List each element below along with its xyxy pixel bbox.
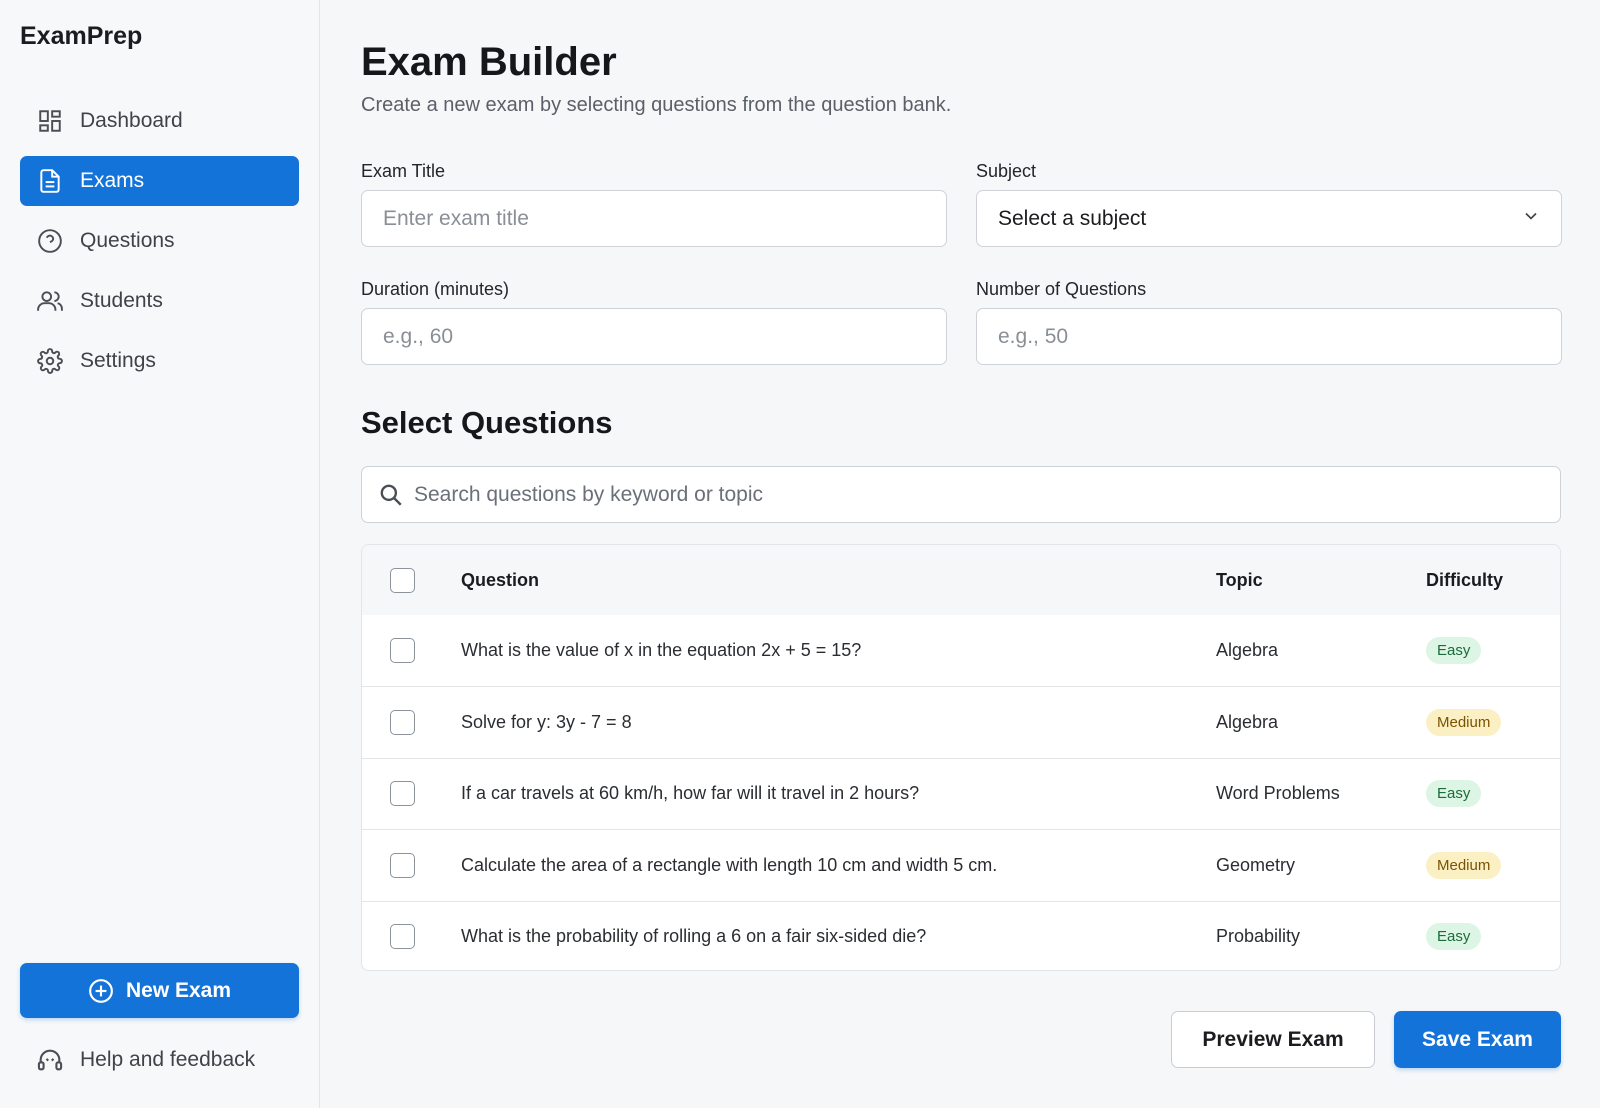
duration-input[interactable]: e.g., 60 bbox=[361, 308, 947, 365]
search-placeholder: Search questions by keyword or topic bbox=[414, 482, 764, 506]
headset-icon bbox=[36, 1046, 64, 1074]
table-header: Question Topic Difficulty bbox=[362, 545, 1560, 615]
sidebar-item-label: Questions bbox=[80, 229, 175, 252]
row-checkbox[interactable] bbox=[390, 781, 415, 807]
page-subtitle: Create a new exam by selecting questions… bbox=[361, 94, 952, 116]
topic-text: Probability bbox=[1216, 926, 1301, 947]
dashboard-icon bbox=[36, 107, 64, 135]
table-row[interactable]: If a car travels at 60 km/h, how far wil… bbox=[362, 757, 1560, 829]
difficulty-badge: Medium bbox=[1426, 851, 1502, 879]
topic-text: Geometry bbox=[1216, 854, 1296, 875]
plus-circle-icon bbox=[88, 978, 114, 1004]
search-icon bbox=[378, 482, 404, 508]
question-text: What is the value of x in the equation 2… bbox=[461, 640, 862, 661]
topic-text: Algebra bbox=[1216, 640, 1279, 661]
new-exam-button[interactable]: New Exam bbox=[20, 963, 299, 1018]
sidebar-item-exams[interactable]: Exams bbox=[20, 156, 299, 206]
sidebar-item-label: Dashboard bbox=[80, 109, 183, 132]
sidebar-item-questions[interactable]: Questions bbox=[20, 216, 299, 266]
new-exam-label: New Exam bbox=[125, 978, 232, 1002]
exam-title-placeholder: Enter exam title bbox=[383, 206, 529, 230]
topic-text: Algebra bbox=[1216, 712, 1279, 733]
sidebar-item-settings[interactable]: Settings bbox=[20, 336, 299, 386]
question-text: If a car travels at 60 km/h, how far wil… bbox=[461, 783, 920, 804]
question-search-input[interactable]: Search questions by keyword or topic bbox=[361, 466, 1561, 523]
select-all-checkbox[interactable] bbox=[390, 567, 415, 593]
sidebar-item-students[interactable]: Students bbox=[20, 276, 299, 326]
sidebar-item-label: Students bbox=[80, 289, 163, 312]
subject-select-value: Select a subject bbox=[998, 206, 1147, 230]
users-icon bbox=[36, 287, 64, 315]
table-row[interactable]: Calculate the area of a rectangle with l… bbox=[362, 829, 1560, 900]
exam-title-label: Exam Title bbox=[361, 161, 446, 181]
sidebar-nav: Dashboard Exams Questions Students Setti… bbox=[20, 96, 299, 396]
sidebar-item-label: Exams bbox=[80, 169, 145, 192]
difficulty-badge: Easy bbox=[1426, 637, 1482, 665]
difficulty-badge: Medium bbox=[1426, 709, 1502, 737]
row-checkbox[interactable] bbox=[390, 924, 415, 950]
help-label: Help and feedback bbox=[80, 1048, 256, 1071]
table-body: What is the value of x in the equation 2… bbox=[362, 615, 1560, 970]
row-checkbox[interactable] bbox=[390, 852, 415, 878]
num-questions-placeholder: e.g., 50 bbox=[998, 324, 1069, 348]
questions-table: Question Topic Difficulty What is the va… bbox=[361, 544, 1561, 971]
save-exam-button[interactable]: Save Exam bbox=[1394, 1011, 1561, 1068]
subject-label: Subject bbox=[976, 161, 1037, 181]
subject-select[interactable]: Select a subject bbox=[976, 190, 1562, 247]
chevron-down-icon bbox=[1521, 206, 1541, 232]
help-feedback-link[interactable]: Help and feedback bbox=[36, 1046, 255, 1074]
question-text: Solve for y: 3y - 7 = 8 bbox=[461, 712, 632, 733]
page-title: Exam Builder bbox=[361, 40, 617, 84]
gear-icon bbox=[36, 347, 64, 375]
sidebar-item-dashboard[interactable]: Dashboard bbox=[20, 96, 299, 146]
table-row[interactable]: What is the probability of rolling a 6 o… bbox=[362, 900, 1560, 970]
document-icon bbox=[36, 167, 64, 195]
preview-exam-button[interactable]: Preview Exam bbox=[1171, 1011, 1375, 1068]
table-row[interactable]: What is the value of x in the equation 2… bbox=[362, 615, 1560, 686]
topic-text: Word Problems bbox=[1216, 783, 1340, 804]
num-questions-input[interactable]: e.g., 50 bbox=[976, 308, 1562, 365]
duration-label: Duration (minutes) bbox=[361, 279, 510, 299]
row-checkbox[interactable] bbox=[390, 710, 415, 736]
brand-logo: ExamPrep bbox=[20, 22, 143, 50]
question-icon bbox=[36, 227, 64, 255]
sidebar-item-label: Settings bbox=[80, 349, 156, 372]
num-questions-label: Number of Questions bbox=[976, 279, 1147, 299]
section-title: Select Questions bbox=[361, 405, 613, 440]
sidebar: ExamPrep Dashboard Exams Questions Stude… bbox=[0, 0, 320, 1108]
row-checkbox[interactable] bbox=[390, 638, 415, 664]
column-header-question: Question bbox=[461, 569, 540, 590]
difficulty-badge: Easy bbox=[1426, 923, 1482, 951]
table-row[interactable]: Solve for y: 3y - 7 = 8 Algebra Medium bbox=[362, 686, 1560, 757]
question-text: What is the probability of rolling a 6 o… bbox=[461, 926, 927, 947]
question-text: Calculate the area of a rectangle with l… bbox=[461, 854, 998, 875]
exam-title-input[interactable]: Enter exam title bbox=[361, 190, 947, 247]
difficulty-badge: Easy bbox=[1426, 780, 1482, 808]
column-header-difficulty: Difficulty bbox=[1426, 569, 1504, 590]
column-header-topic: Topic bbox=[1216, 569, 1263, 590]
duration-placeholder: e.g., 60 bbox=[383, 324, 454, 348]
